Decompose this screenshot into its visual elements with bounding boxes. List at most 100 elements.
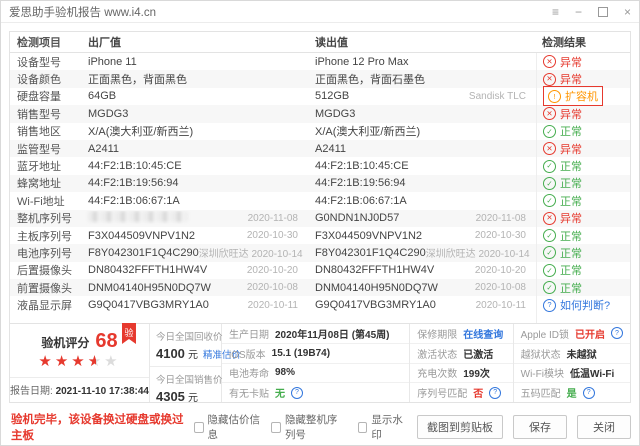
hide-price-checkbox[interactable]: 隐藏估价信息 <box>194 412 261 442</box>
row-label: 销售型号 <box>10 106 84 122</box>
status-icon: ✓ <box>543 160 556 173</box>
status-label: 异常 <box>560 141 582 157</box>
row-label: 监管型号 <box>10 141 84 157</box>
status-badge[interactable]: ? 如何判断? <box>543 297 610 313</box>
star-icon: ★ <box>55 353 71 371</box>
read-value: F8Y042301F1Q4C290 <box>315 247 426 259</box>
sale-price-value: 4305 <box>156 389 185 404</box>
info-row: 生产日期 2020年11月08日 (第45周) <box>222 324 409 344</box>
window-title: 爱思助手验机报告 www.i4.cn <box>9 4 156 20</box>
read-value: A2411 <box>315 143 346 155</box>
row-label: 蓝牙地址 <box>10 158 84 174</box>
row-label: 后置摄像头 <box>10 262 84 278</box>
read-extra: 2020-10-11 <box>476 300 536 311</box>
score-label: 验机评分 <box>41 334 89 351</box>
save-button[interactable]: 保存 <box>513 415 567 439</box>
info-row: iOS版本 15.1 (19B74) <box>222 344 409 364</box>
row-label: 设备型号 <box>10 54 84 70</box>
hide-serial-checkbox[interactable]: 隐藏整机序列号 <box>271 412 347 442</box>
info-value: 已开启 <box>575 326 605 341</box>
device-info-column-2: 保修期限 在线查询 激活状态 已激活 充电次数 199次 序列号匹配 否 ? <box>410 324 513 402</box>
factory-value: DN80432FFFTH1HW4V <box>88 264 207 276</box>
status-label: 正常 <box>560 280 582 296</box>
status-icon: ✓ <box>543 125 556 138</box>
status-label: 正常 <box>560 228 582 244</box>
status-label: 正常 <box>560 123 582 139</box>
status-label: 正常 <box>560 262 582 278</box>
screenshot-to-clipboard-button[interactable]: 截图到剪贴板 <box>417 415 503 439</box>
help-icon[interactable]: ? <box>611 327 623 339</box>
checkbox-icon[interactable] <box>358 422 368 433</box>
table-row: 电池序列号 F8Y042301F1Q4C290 深圳欣旺达 2020-10-14… <box>10 244 630 261</box>
info-row: Wi-Fi模块 低温Wi-Fi <box>514 364 630 384</box>
close-icon[interactable]: × <box>624 6 631 18</box>
recycle-price-cell: 今日全国回收价 4100 元 精准估价 <box>150 324 221 367</box>
factory-value: X/A(澳大利亚/新西兰) <box>88 123 193 139</box>
factory-extra: 2020-11-08 <box>248 213 308 224</box>
factory-value <box>88 211 188 225</box>
read-extra: 深圳欣旺达 2020-10-14 <box>426 245 536 260</box>
redacted-serial <box>88 211 188 222</box>
read-value: DNM04140H95N0DQ7W <box>315 282 438 294</box>
row-label: 整机序列号 <box>10 210 84 226</box>
close-button[interactable]: 关闭 <box>577 415 631 439</box>
status-icon: ✓ <box>543 194 556 207</box>
row-label: 液晶显示屏 <box>10 297 84 313</box>
minimize-icon[interactable]: − <box>575 6 582 18</box>
info-label: 序列号匹配 <box>417 385 467 400</box>
status-label: 正常 <box>560 245 582 261</box>
table-row: 后置摄像头 DN80432FFFTH1HW4V 2020-10-20 DN804… <box>10 262 630 279</box>
factory-value: G9Q0417VBG3MRY1A0 <box>88 299 209 311</box>
status-badge: ! 扩容机 <box>543 86 603 106</box>
status-label: 正常 <box>560 158 582 174</box>
titlebar: 爱思助手验机报告 www.i4.cn ≡ − × <box>1 1 639 23</box>
read-extra: 2020-10-08 <box>475 282 536 293</box>
factory-extra: 深圳欣旺达 2020-10-14 <box>199 245 308 260</box>
footer-bar: 验机完毕，该设备换过硬盘或换过主板 隐藏估价信息 隐藏整机序列号 显示水印 截图… <box>1 403 639 445</box>
info-label: iOS版本 <box>229 346 266 361</box>
footer-controls: 隐藏估价信息 隐藏整机序列号 显示水印 截图到剪贴板 保存 关闭 <box>194 412 631 442</box>
show-watermark-checkbox[interactable]: 显示水印 <box>358 412 407 442</box>
info-row: 保修期限 在线查询 <box>410 324 512 344</box>
info-link[interactable]: 在线查询 <box>463 326 503 341</box>
inspection-table: 检测项目 出厂值 读出值 检测结果 设备型号 iPhone 11 iPhone … <box>9 31 631 327</box>
score-panel: 验 验机评分 68 ★★★★★★ 报告日期: 2021-11-10 17:38:… <box>10 324 150 402</box>
checkbox-icon[interactable] <box>194 422 204 433</box>
info-label: 五码匹配 <box>521 385 561 400</box>
recycle-price-label: 今日全国回收价 <box>156 329 215 343</box>
row-label: 销售地区 <box>10 123 84 139</box>
table-row: 硬盘容量 64GB 512GB Sandisk TLC ! 扩容机 <box>10 88 630 105</box>
help-icon[interactable]: ? <box>583 387 595 399</box>
status-icon: ✓ <box>543 281 556 294</box>
info-label: 生产日期 <box>229 326 269 341</box>
row-label: Wi-Fi地址 <box>10 193 84 209</box>
factory-value: F8Y042301F1Q4C290 <box>88 247 199 259</box>
row-label: 设备颜色 <box>10 71 84 87</box>
info-value: 98% <box>275 367 295 378</box>
status-icon: ✓ <box>543 246 556 259</box>
help-icon[interactable]: ? <box>489 387 501 399</box>
info-label: 充电次数 <box>417 365 457 380</box>
status-badge: ✓ 正常 <box>543 245 582 261</box>
status-label: 如何判断? <box>560 297 610 313</box>
price-panel: 今日全国回收价 4100 元 精准估价 今日全国销售价 4305 元 <box>150 324 222 402</box>
status-badge: ✓ 正常 <box>543 228 582 244</box>
status-label: 异常 <box>560 210 582 226</box>
info-value: 15.1 (19B74) <box>272 348 330 359</box>
restore-icon[interactable] <box>598 7 608 17</box>
info-label: Apple ID锁 <box>521 326 569 341</box>
status-label: 异常 <box>560 71 582 87</box>
read-value: 512GB <box>315 90 349 102</box>
menu-icon[interactable]: ≡ <box>552 6 559 18</box>
star-icon: ★ <box>38 353 54 371</box>
star-icon: ★★ <box>88 353 104 371</box>
read-extra: Sandisk TLC <box>469 91 536 102</box>
factory-extra: 2020-10-11 <box>248 300 308 311</box>
table-row: Wi-Fi地址 44:F2:1B:06:67:1A 44:F2:1B:06:67… <box>10 192 630 209</box>
status-label: 正常 <box>560 193 582 209</box>
help-icon[interactable]: ? <box>291 387 303 399</box>
status-badge: ✓ 正常 <box>543 280 582 296</box>
checkbox-icon[interactable] <box>271 422 281 433</box>
read-value: G0NDN1NJ0D57 <box>315 212 399 224</box>
table-row: 蜂窝地址 44:F2:1B:19:56:94 44:F2:1B:19:56:94… <box>10 175 630 192</box>
